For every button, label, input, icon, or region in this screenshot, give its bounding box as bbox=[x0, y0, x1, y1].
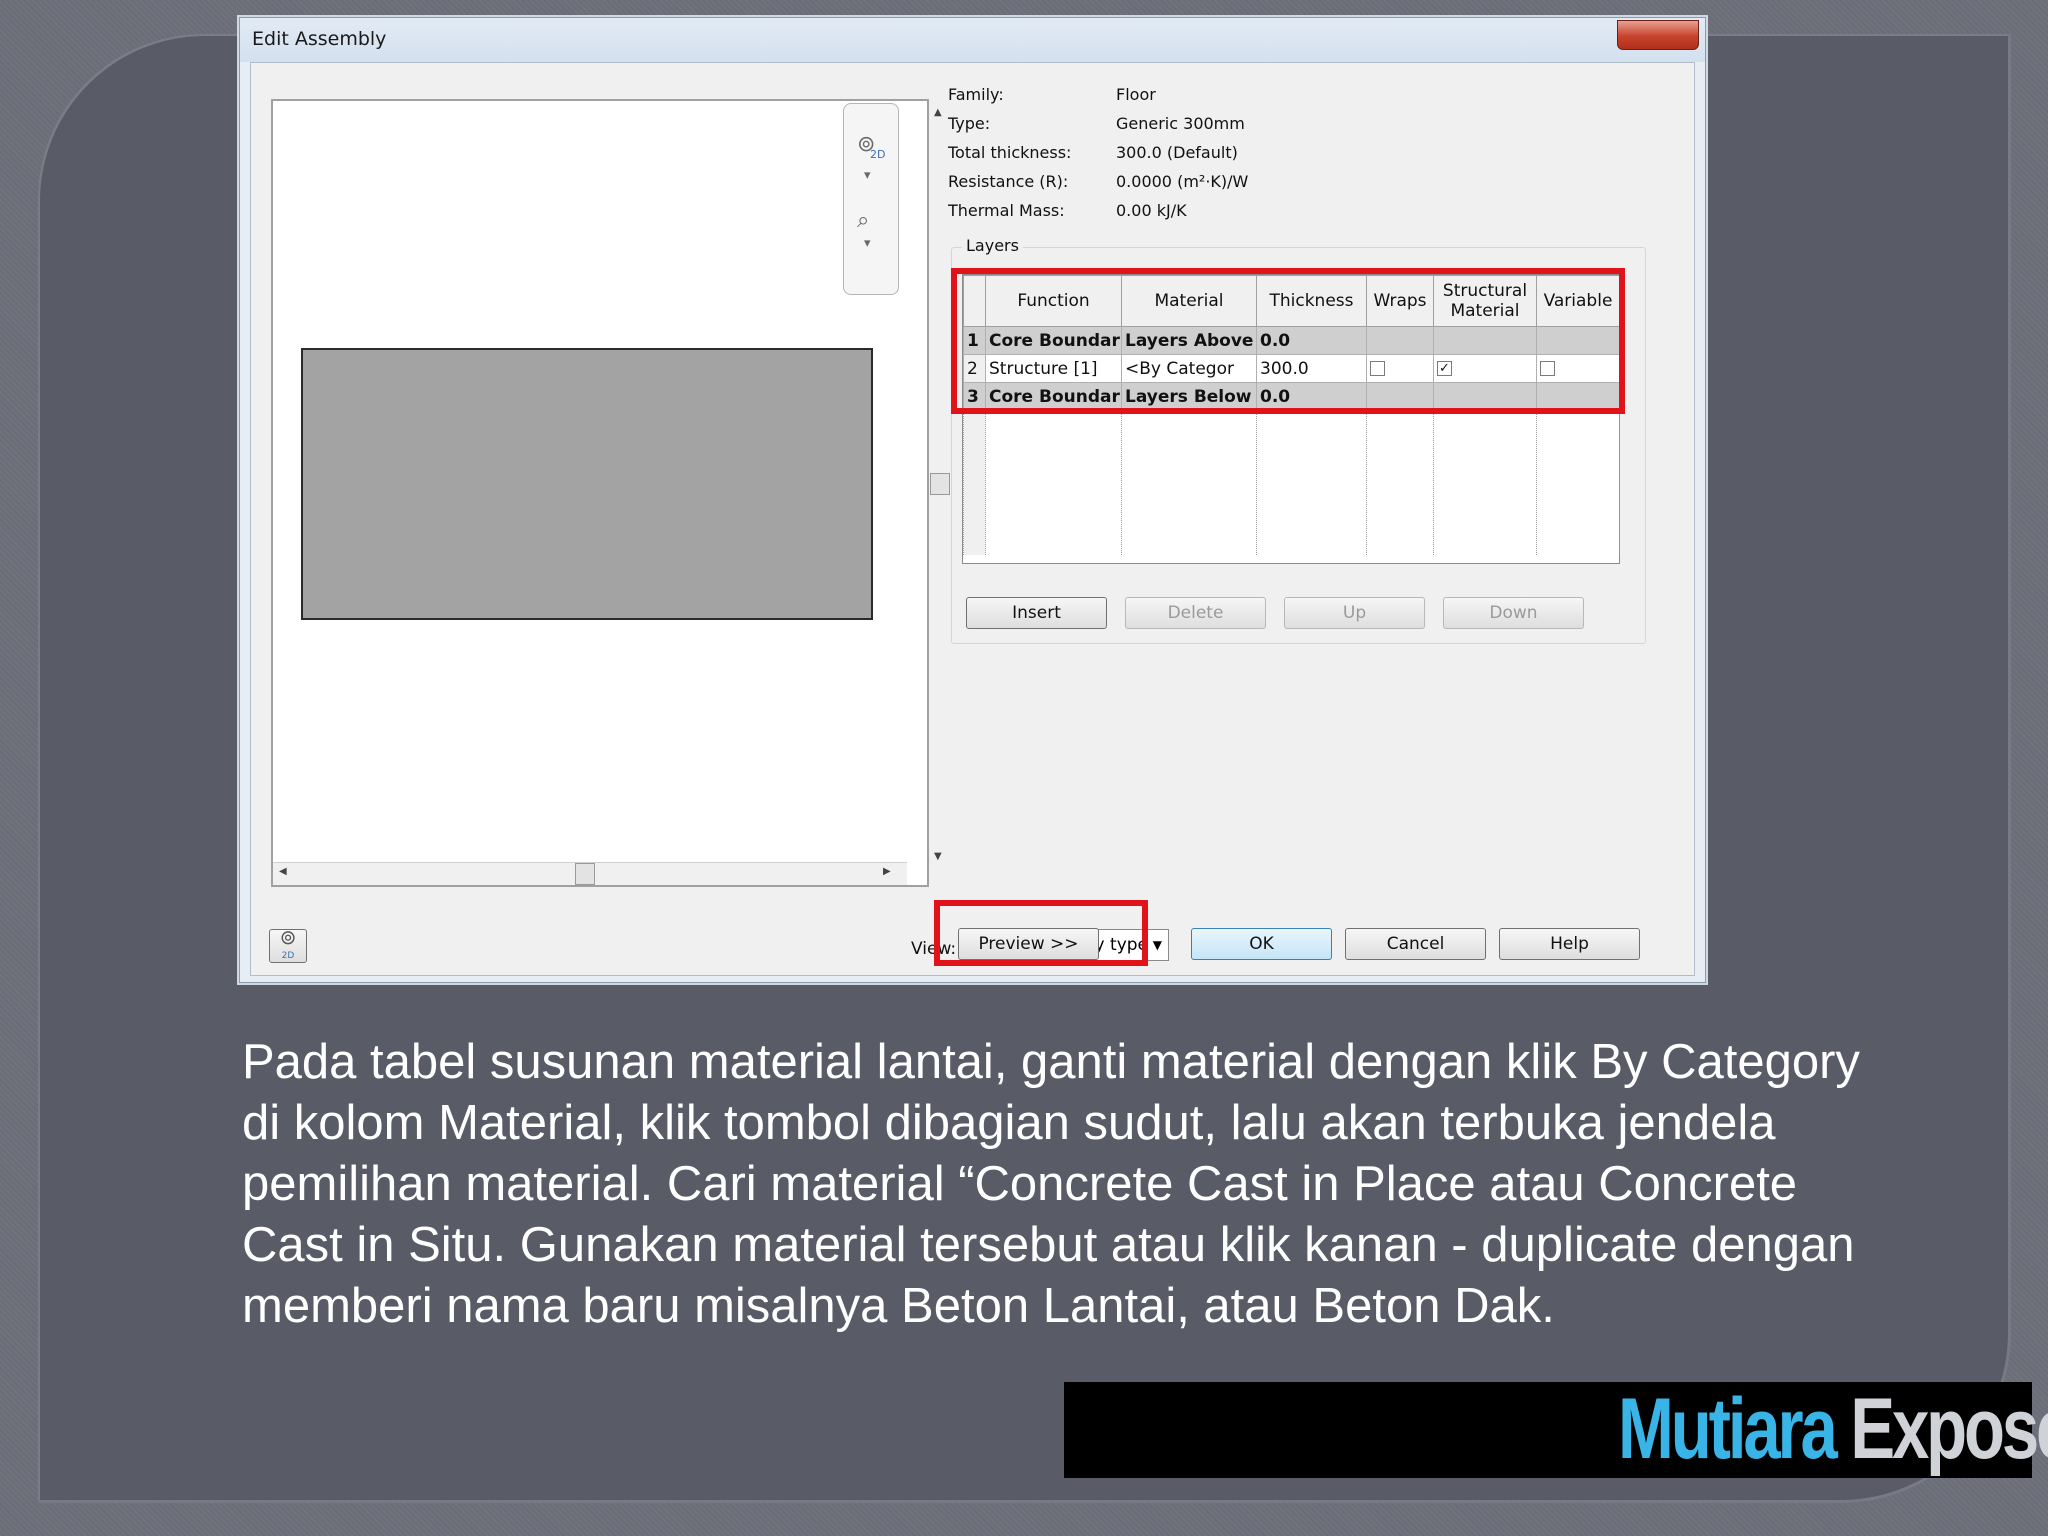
dialog-title: Edit Assembly bbox=[252, 28, 387, 50]
thermal-mass-row: Thermal Mass: 0.00 kJ/K bbox=[948, 201, 1348, 223]
cancel-button[interactable]: Cancel bbox=[1345, 928, 1486, 960]
steering-wheel-button[interactable]: ⊚ 2D bbox=[269, 927, 307, 963]
insert-button[interactable]: Insert bbox=[966, 597, 1107, 629]
type-value: Generic 300mm bbox=[1116, 114, 1245, 133]
preview-pane[interactable]: ⊚ 2D ▾ ⌕ ▾ ▲ ▼ ◀ ▶ bbox=[271, 99, 951, 887]
down-button[interactable]: Down bbox=[1443, 597, 1584, 629]
resistance-label: Resistance (R): bbox=[948, 172, 1069, 191]
empty-table-area bbox=[963, 410, 1620, 555]
logo-part-expose: Expose bbox=[1850, 1381, 2048, 1477]
chevron-down-icon[interactable]: ▾ bbox=[864, 168, 871, 183]
family-row: Family: Floor bbox=[948, 85, 1348, 107]
scroll-down-icon[interactable]: ▼ bbox=[934, 851, 942, 862]
layers-table-highlight bbox=[951, 268, 1625, 414]
resistance-row: Resistance (R): 0.0000 (m²·K)/W bbox=[948, 172, 1348, 194]
horizontal-scroll-thumb[interactable] bbox=[575, 863, 595, 885]
section-preview-shape bbox=[301, 348, 873, 620]
help-button[interactable]: Help bbox=[1499, 928, 1640, 960]
dialog-client: ⊚ 2D ▾ ⌕ ▾ ▲ ▼ ◀ ▶ Family: Floor Type: G… bbox=[250, 62, 1695, 976]
total-thickness-label: Total thickness: bbox=[948, 143, 1072, 162]
delete-button[interactable]: Delete bbox=[1125, 597, 1266, 629]
total-thickness-row: Total thickness: 300.0 (Default) bbox=[948, 143, 1348, 165]
vertical-scroll-thumb[interactable] bbox=[930, 473, 950, 495]
logo: MutiaraExpose bbox=[1618, 1380, 2048, 1479]
thermal-mass-value: 0.00 kJ/K bbox=[1116, 201, 1187, 220]
scroll-left-icon[interactable]: ◀ bbox=[279, 866, 287, 877]
family-label: Family: bbox=[948, 85, 1004, 104]
scroll-up-icon[interactable]: ▲ bbox=[934, 107, 942, 118]
edit-assembly-dialog: Edit Assembly ⊚ 2D ▾ ⌕ ▾ ▲ ▼ ◀ ▶ Family:… bbox=[239, 17, 1706, 983]
resistance-value: 0.0000 (m²·K)/W bbox=[1116, 172, 1249, 191]
scroll-right-icon[interactable]: ▶ bbox=[883, 866, 891, 877]
total-thickness-value: 300.0 (Default) bbox=[1116, 143, 1238, 162]
steering-wheel-icon: ⊚ bbox=[279, 925, 297, 949]
close-button[interactable] bbox=[1617, 20, 1699, 50]
preview-button-highlight bbox=[934, 900, 1148, 966]
horizontal-scrollbar[interactable]: ◀ ▶ bbox=[273, 862, 907, 885]
wheel-2d-label: 2D bbox=[870, 148, 886, 161]
zoom-icon[interactable]: ⌕ bbox=[857, 208, 869, 233]
type-row: Type: Generic 300mm bbox=[948, 114, 1348, 136]
thermal-mass-label: Thermal Mass: bbox=[948, 201, 1065, 220]
up-button[interactable]: Up bbox=[1284, 597, 1425, 629]
navigation-bar: ⊚ 2D ▾ ⌕ ▾ bbox=[843, 103, 899, 295]
logo-part-mutiara: Mutiara bbox=[1618, 1381, 1838, 1477]
instruction-caption: Pada tabel susunan material lantai, gant… bbox=[242, 1035, 1860, 1333]
dialog-titlebar[interactable]: Edit Assembly bbox=[240, 18, 1705, 62]
type-label: Type: bbox=[948, 114, 991, 133]
chevron-down-icon: ▼ bbox=[1152, 938, 1162, 952]
wheel-2d-label: 2D bbox=[281, 951, 295, 961]
chevron-down-icon[interactable]: ▾ bbox=[864, 236, 871, 251]
ok-button[interactable]: OK bbox=[1191, 928, 1332, 960]
layers-group-label: Layers bbox=[962, 236, 1023, 255]
family-value: Floor bbox=[1116, 85, 1156, 104]
